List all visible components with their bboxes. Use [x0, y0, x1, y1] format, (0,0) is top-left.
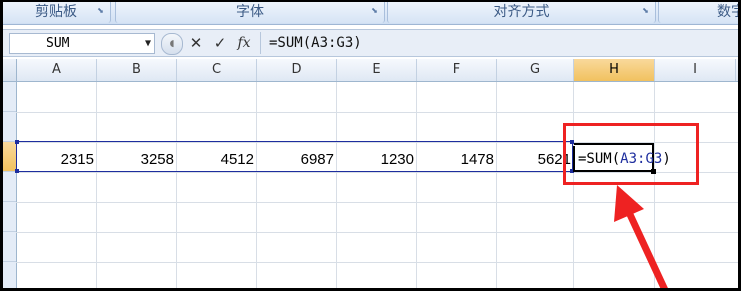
column-headers: A B C D E F G H I [3, 59, 738, 82]
name-box-value: SUM [46, 36, 70, 51]
dialog-launcher-icon[interactable]: ⬊ [96, 6, 105, 15]
column-header-f[interactable]: F [417, 59, 497, 81]
ribbon-group-label: 字体 [236, 4, 264, 20]
row-header[interactable] [3, 232, 16, 262]
column-header-h[interactable]: H [574, 59, 655, 81]
row-header[interactable] [3, 112, 16, 142]
column-header-g[interactable]: G [497, 59, 574, 81]
dialog-launcher-icon[interactable]: ⬊ [641, 6, 650, 15]
ribbon-group-alignment: 对齐方式 ⬊ [387, 2, 656, 23]
ribbon-group-label: 数字 [717, 4, 738, 20]
row-header[interactable] [3, 172, 16, 202]
formula-input[interactable]: =SUM(A3:G3) [269, 30, 362, 56]
ribbon-group-labels: 剪贴板 ⬊ 字体 ⬊ 对齐方式 ⬊ 数字 [3, 2, 738, 25]
range-handle[interactable] [15, 140, 19, 144]
expand-circle-icon[interactable]: ◖ [161, 33, 183, 55]
column-header-c[interactable]: C [177, 59, 257, 81]
enter-check-icon[interactable]: ✓ [211, 33, 229, 53]
row-header[interactable] [3, 82, 16, 112]
chevron-down-icon[interactable]: ▼ [145, 34, 151, 53]
row-header[interactable] [3, 202, 16, 232]
ribbon-group-label: 对齐方式 [493, 4, 550, 20]
ribbon-group-font: 字体 ⬊ [115, 2, 385, 23]
column-header-a[interactable]: A [17, 59, 97, 81]
column-header-d[interactable]: D [257, 59, 337, 81]
dialog-launcher-icon[interactable]: ⬊ [370, 6, 379, 15]
row-header[interactable] [3, 262, 16, 288]
gridline [16, 112, 738, 113]
row-headers [3, 82, 17, 288]
ribbon-group-clipboard: 剪贴板 ⬊ [3, 2, 111, 23]
arrow-shaft [623, 206, 668, 288]
select-all-corner[interactable] [3, 59, 17, 81]
column-header-e[interactable]: E [337, 59, 417, 81]
range-handle[interactable] [15, 169, 19, 173]
ribbon-group-number: 数字 [658, 2, 738, 23]
formula-bar: SUM ▼ ◖ ✕ ✓ fx =SUM(A3:G3) [3, 29, 738, 57]
divider [260, 32, 261, 54]
red-arrow-icon [614, 185, 668, 288]
cancel-icon[interactable]: ✕ [187, 33, 205, 53]
referenced-range-outline [16, 141, 573, 172]
ribbon-group-label: 剪贴板 [35, 4, 77, 20]
column-header-i[interactable]: I [655, 59, 736, 81]
insert-function-icon[interactable]: fx [235, 33, 253, 53]
excel-window: 剪贴板 ⬊ 字体 ⬊ 对齐方式 ⬊ 数字 SUM ▼ ◖ ✕ ✓ fx =SUM… [3, 2, 738, 288]
column-header-b[interactable]: B [97, 59, 177, 81]
name-box[interactable]: SUM ▼ [9, 33, 155, 54]
highlight-box [563, 123, 699, 185]
row-header-selected[interactable] [3, 142, 16, 172]
